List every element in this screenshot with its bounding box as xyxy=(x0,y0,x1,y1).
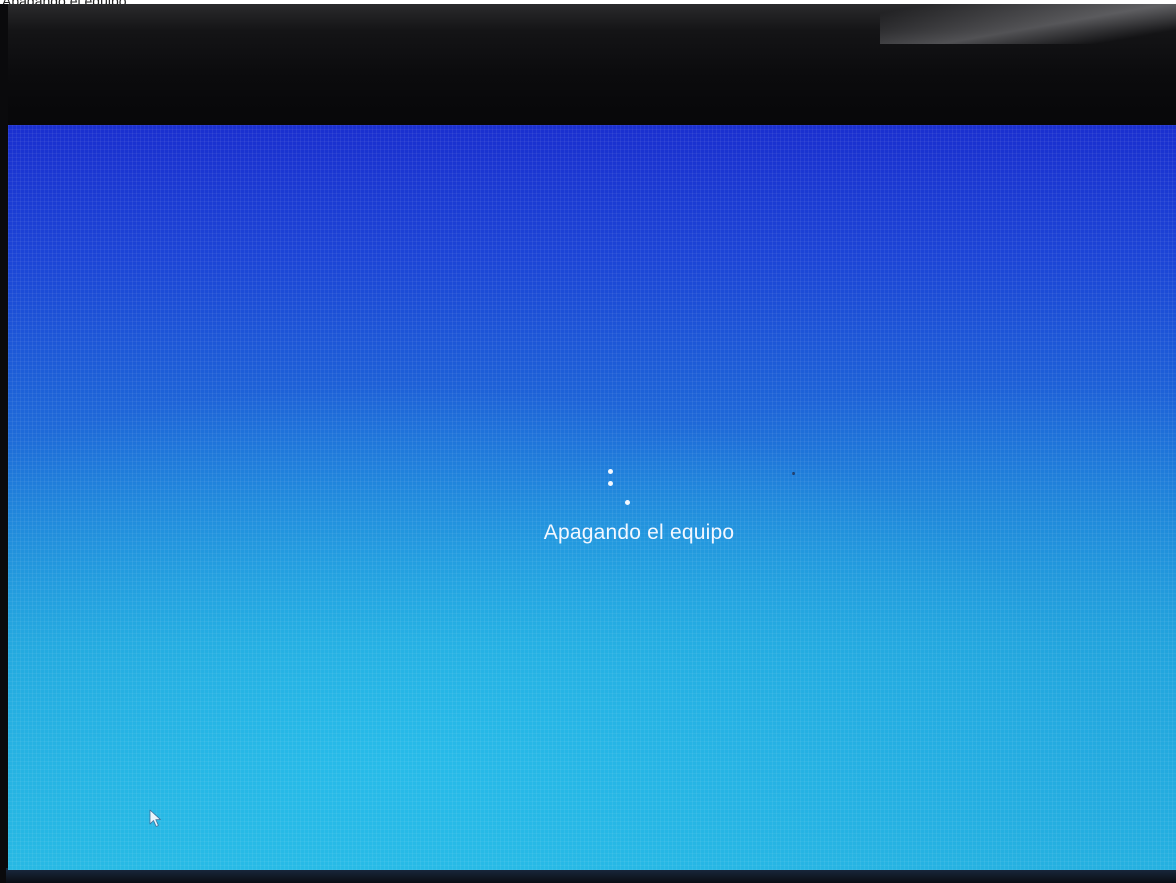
spinner-dot xyxy=(608,481,613,486)
monitor-bezel-bottom xyxy=(6,868,1176,883)
spinner-dot xyxy=(608,469,613,474)
bezel-reflection xyxy=(880,4,1176,44)
shutdown-screen: Apagando el equipo xyxy=(8,125,1176,870)
mouse-pointer-icon xyxy=(149,809,161,827)
monitor-bezel-left xyxy=(0,4,8,883)
screen-speck xyxy=(792,472,795,475)
status-text: Apagando el equipo xyxy=(543,521,735,544)
photo-frame: Apagando el equipo Apagando el equipo xyxy=(0,0,1176,883)
loading-dots-icon xyxy=(605,463,635,509)
spinner-dot xyxy=(625,500,630,505)
